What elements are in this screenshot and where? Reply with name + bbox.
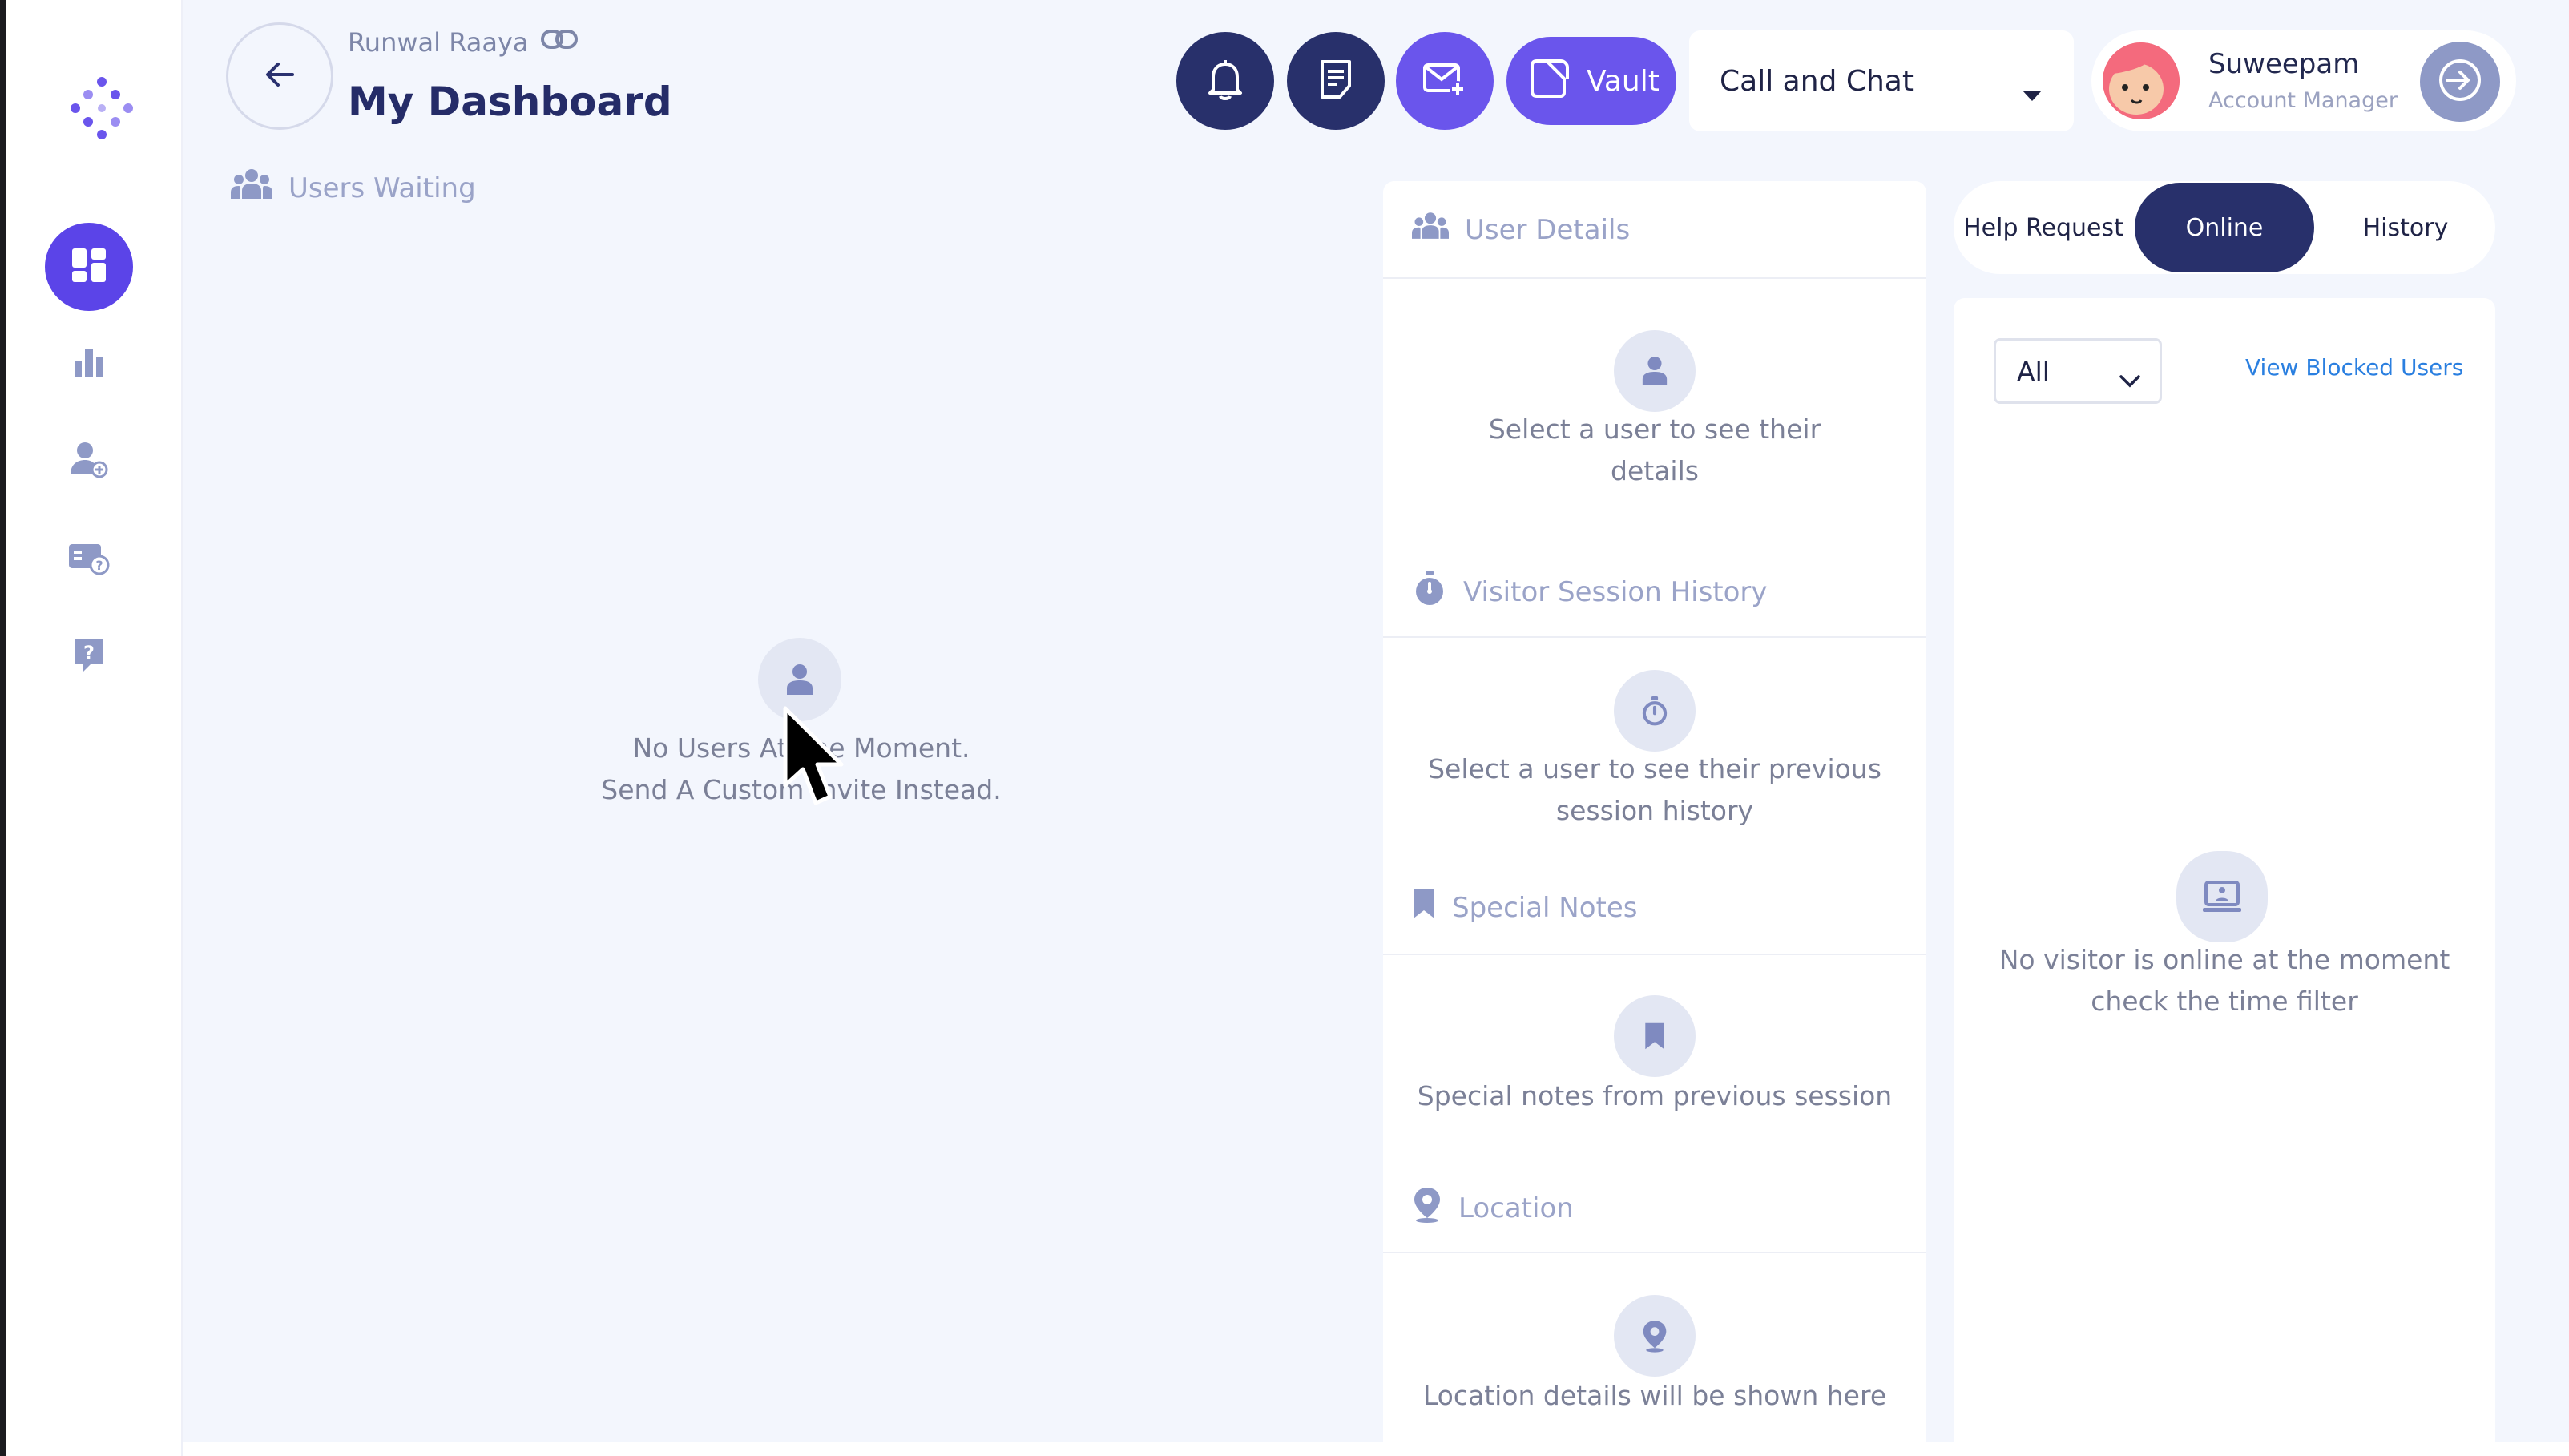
user-details-empty-line2: details: [1611, 455, 1699, 486]
nav-users[interactable]: [45, 417, 133, 505]
caret-down-icon: [2023, 76, 2042, 109]
sidebar: ? ?: [6, 0, 183, 1456]
location-title: Location: [1458, 1192, 1574, 1224]
folder-icon: [1529, 58, 1572, 105]
chevron-down-icon: [2119, 363, 2140, 394]
user-details-header: User Details: [1412, 212, 1630, 248]
bar-chart-icon: [71, 344, 107, 382]
divider: [1383, 277, 1926, 279]
tab-help-request[interactable]: Help Request: [1954, 181, 2133, 274]
svg-text:?: ?: [95, 558, 103, 573]
user-details-empty-text: Select a user to see their details: [1383, 409, 1926, 492]
tab-online[interactable]: Online: [2135, 183, 2314, 272]
logout-icon: [2438, 58, 2482, 106]
online-empty-line2: check the time filter: [2091, 986, 2358, 1017]
location-placeholder-icon: [1614, 1295, 1696, 1377]
laptop-placeholder-icon: [2176, 851, 2268, 942]
link-icon[interactable]: [540, 27, 579, 58]
tab-history[interactable]: History: [2316, 181, 2495, 274]
bell-icon: [1205, 58, 1245, 104]
session-history-empty-line1: Select a user to see their previous: [1428, 753, 1881, 784]
back-button[interactable]: [226, 22, 333, 130]
user-name: Suweepam: [2208, 48, 2360, 80]
special-notes-header: Special Notes: [1412, 888, 1638, 927]
users-waiting-header: Users Waiting: [231, 168, 476, 208]
details-panel: User Details Select a user to see their …: [1383, 181, 1926, 1442]
nav-tickets[interactable]: ?: [45, 514, 133, 603]
invite-mail-button[interactable]: [1396, 32, 1494, 130]
special-notes-title: Special Notes: [1452, 891, 1638, 924]
arrow-left-icon: [264, 60, 296, 92]
document-icon: [1317, 58, 1354, 103]
user-details-title: User Details: [1465, 213, 1631, 246]
bottom-strip: [183, 1442, 2569, 1456]
nav-analytics[interactable]: [45, 319, 133, 407]
users-waiting-title: Users Waiting: [288, 171, 476, 204]
dashboard-icon: [71, 247, 107, 287]
session-placeholder-icon: [1614, 670, 1696, 752]
page-title: My Dashboard: [348, 79, 672, 125]
nav-dashboard[interactable]: [45, 223, 133, 311]
user-card[interactable]: Suweepam Account Manager: [2091, 30, 2516, 131]
time-filter-select[interactable]: All: [1994, 338, 2162, 404]
mouse-cursor-icon: [782, 705, 846, 821]
nav-help[interactable]: ?: [45, 612, 133, 700]
users-group-icon: [231, 168, 272, 208]
svg-text:?: ?: [83, 642, 95, 664]
divider: [1383, 636, 1926, 638]
ticket-help-icon: ?: [67, 539, 111, 578]
online-visitors-panel: All View Blocked Users No visitor is onl…: [1954, 298, 2495, 1442]
mail-add-icon: [1422, 60, 1467, 102]
users-group-icon: [1412, 212, 1449, 248]
notes-placeholder-icon: [1614, 995, 1696, 1077]
time-filter-value: All: [2017, 355, 2050, 387]
window-edge: [0, 0, 6, 1456]
vault-button[interactable]: Vault: [1506, 37, 1676, 125]
location-header: Location: [1412, 1186, 1574, 1230]
online-empty-text: No visitor is online at the moment check…: [1954, 939, 2495, 1022]
user-add-icon: [69, 439, 109, 482]
session-history-header: Visitor Session History: [1412, 569, 1768, 615]
online-empty-line1: No visitor is online at the moment: [1998, 944, 2450, 975]
location-pin-icon: [1412, 1186, 1442, 1230]
bookmark-icon: [1412, 888, 1436, 927]
vault-label: Vault: [1587, 64, 1660, 98]
visitor-tabs: Help Request Online History: [1954, 181, 2495, 274]
notifications-button[interactable]: [1176, 32, 1274, 130]
divider: [1383, 954, 1926, 955]
special-notes-empty-text: Special notes from previous session: [1417, 1080, 1893, 1111]
org-name-label: Runwal Raaya: [348, 27, 529, 58]
notes-button[interactable]: [1287, 32, 1385, 130]
mode-value: Call and Chat: [1720, 64, 1914, 98]
app-logo[interactable]: [64, 71, 139, 146]
help-icon: ?: [71, 635, 107, 677]
user-placeholder-icon: [1614, 330, 1696, 412]
org-name: Runwal Raaya: [348, 27, 579, 58]
avatar: [2103, 42, 2180, 119]
session-history-empty-line2: session history: [1555, 795, 1754, 826]
stopwatch-icon: [1412, 569, 1447, 615]
location-empty-text: Location details will be shown here: [1422, 1380, 1887, 1411]
view-blocked-users-link[interactable]: View Blocked Users: [2245, 354, 2463, 381]
mode-select[interactable]: Call and Chat: [1689, 30, 2074, 131]
user-details-empty-line1: Select a user to see their: [1488, 413, 1821, 445]
divider: [1383, 1252, 1926, 1253]
session-history-title: Visitor Session History: [1463, 575, 1768, 608]
user-role: Account Manager: [2208, 88, 2398, 113]
session-history-empty-text: Select a user to see their previous sess…: [1383, 748, 1926, 832]
logout-button[interactable]: [2420, 42, 2500, 122]
